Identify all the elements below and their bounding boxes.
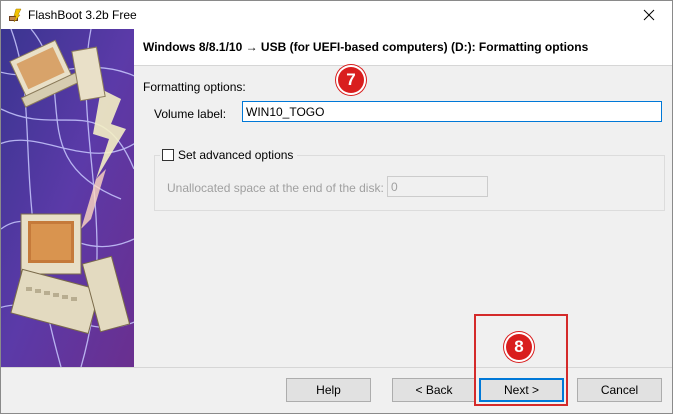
advanced-options-label: Set advanced options [178,148,294,162]
title-bar: FlashBoot 3.2b Free [1,1,672,29]
help-button[interactable]: Help [286,378,371,402]
advanced-options-toggle[interactable]: Set advanced options [160,148,298,162]
step-7-badge: 7 [338,67,364,93]
close-icon [643,9,655,21]
page-title: Windows 8/8.1/10 → USB (for UEFI-based c… [143,40,589,54]
computer-illustration [1,29,134,367]
back-button[interactable]: < Back [392,378,476,402]
flashboot-icon [9,8,22,23]
wizard-header: Windows 8/8.1/10 → USB (for UEFI-based c… [134,29,672,66]
next-button-highlight [474,314,568,406]
volume-label-input[interactable] [242,101,662,122]
wizard-side-illustration [1,29,134,367]
app-window: FlashBoot 3.2b Free Windows 8/8.1/10 → U… [0,0,673,414]
footer-divider [1,367,672,368]
advanced-options-checkbox[interactable] [162,149,174,161]
formatting-options-panel: Formatting options: Volume label: Set ad… [134,66,672,367]
step-8-badge: 8 [506,334,532,360]
window-title: FlashBoot 3.2b Free [28,8,137,22]
cancel-button[interactable]: Cancel [577,378,662,402]
unallocated-space-label: Unallocated space at the end of the disk… [167,181,384,195]
volume-label-label: Volume label: [154,107,227,121]
unallocated-space-input[interactable] [387,176,488,197]
formatting-options-label: Formatting options: [143,80,246,94]
close-button[interactable] [626,1,672,29]
